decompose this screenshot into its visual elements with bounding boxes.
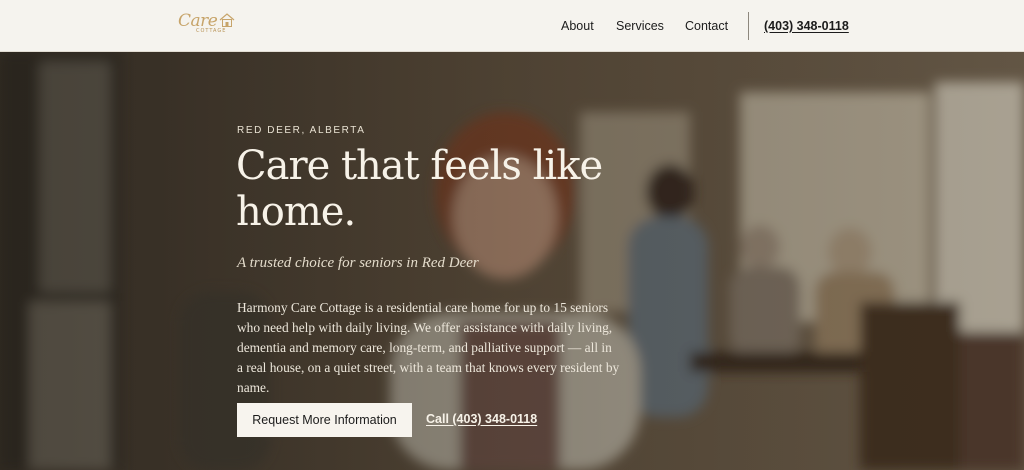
nav-link-services[interactable]: Services — [616, 19, 664, 33]
hero-eyebrow: RED DEER, ALBERTA — [237, 125, 366, 136]
nav-link-about[interactable]: About — [561, 19, 594, 33]
call-phone-link[interactable]: Call (403) 348-0118 — [426, 412, 537, 426]
request-info-button[interactable]: Request More Information — [237, 403, 412, 437]
header-phone-link[interactable]: (403) 348-0118 — [764, 19, 849, 33]
hero-tagline: A trusted choice for seniors in Red Deer — [237, 255, 479, 271]
nav-link-contact[interactable]: Contact — [685, 19, 728, 33]
hero-section: RED DEER, ALBERTA Care that feels like h… — [0, 52, 1024, 470]
logo-small-text: COTTAGE — [196, 28, 227, 34]
hero-headline: Care that feels like home. — [236, 143, 603, 235]
site-logo[interactable]: Care COTTAGE — [178, 11, 240, 41]
site-header: Care COTTAGE About Services Contact (403… — [0, 0, 1024, 52]
hero-description: Harmony Care Cottage is a residential ca… — [237, 300, 620, 395]
house-icon — [219, 13, 235, 27]
nav-divider — [748, 12, 749, 40]
hero-overlay — [0, 52, 1024, 470]
